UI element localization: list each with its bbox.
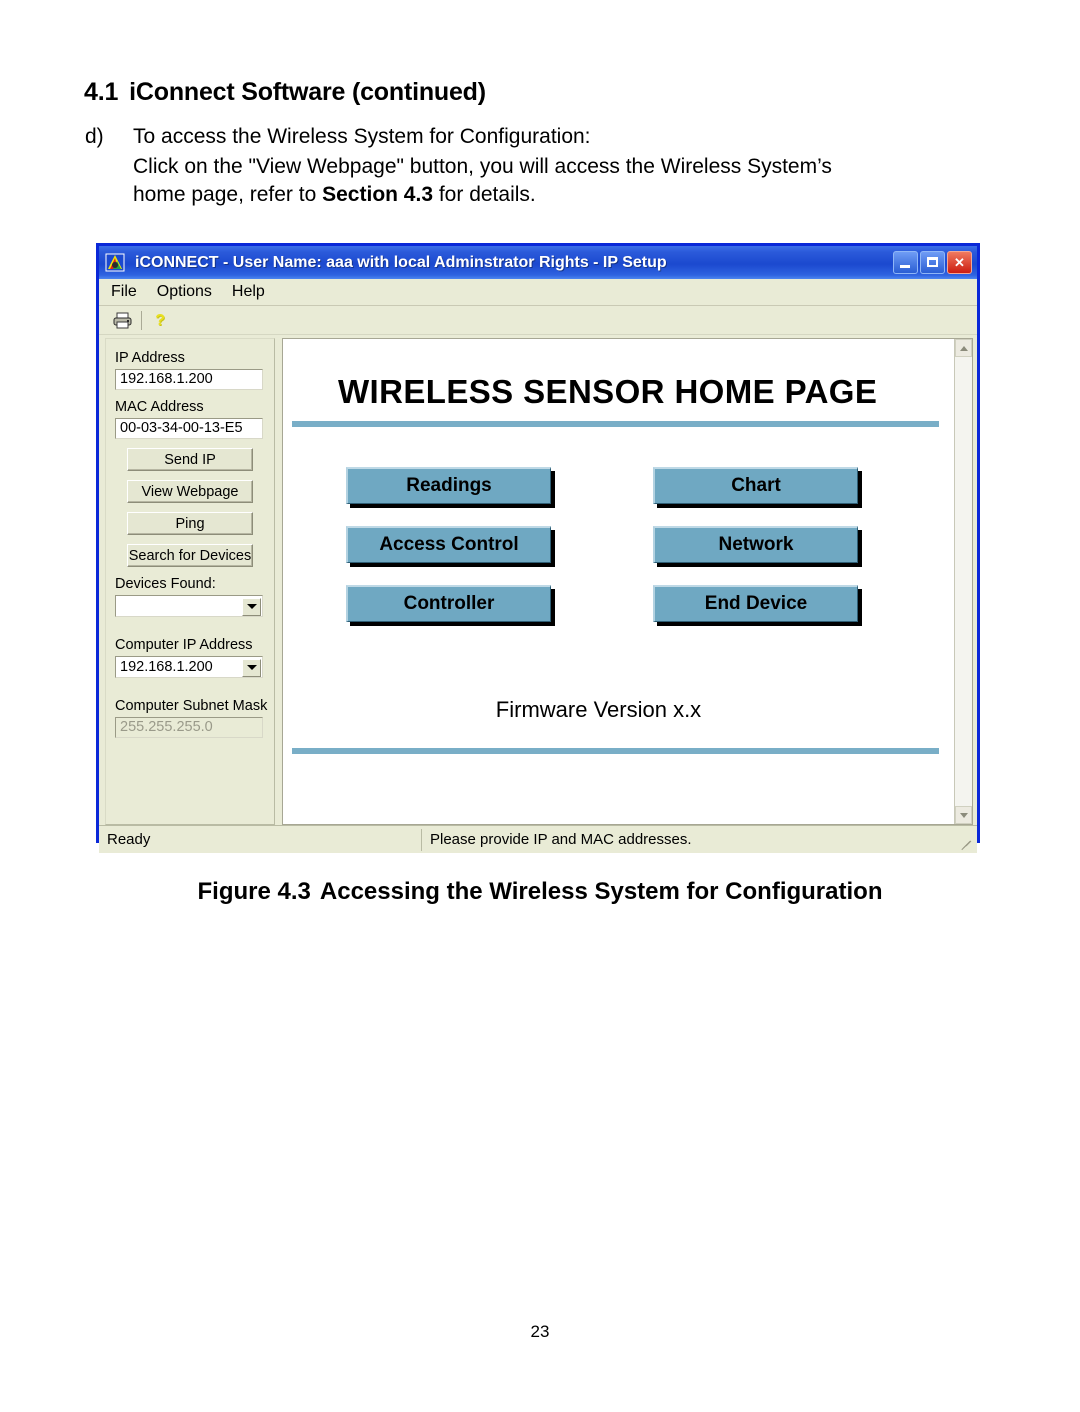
computer-ip-address-value: 192.168.1.200: [120, 659, 213, 675]
ip-setup-sidebar: IP Address 192.168.1.200 MAC Address 00-…: [105, 338, 275, 825]
button-row: Access Control Network: [283, 526, 954, 563]
toolbar: ? ?: [99, 306, 977, 335]
chevron-down-icon: [959, 812, 968, 818]
application-window: iCONNECT - User Name: aaa with local Adm…: [96, 243, 980, 853]
vertical-scrollbar[interactable]: [954, 339, 972, 824]
computer-subnet-mask-label: Computer Subnet Mask: [115, 698, 268, 714]
window-title-bar: iCONNECT - User Name: aaa with local Adm…: [99, 246, 977, 279]
status-message-text: Please provide IP and MAC addresses.: [421, 828, 958, 851]
resize-grip[interactable]: [958, 832, 974, 850]
home-page-button-grid: Readings Chart Access Control Network Co…: [283, 467, 954, 644]
devices-found-label: Devices Found:: [115, 576, 216, 592]
home-page-title: WIRELESS SENSOR HOME PAGE: [338, 373, 878, 410]
instruction-line-3: home page, refer to Section 4.3 for deta…: [133, 183, 536, 207]
close-button[interactable]: ✕: [947, 251, 972, 274]
controller-button[interactable]: Controller: [346, 585, 551, 622]
end-device-button[interactable]: End Device: [653, 585, 858, 622]
chart-button[interactable]: Chart: [653, 467, 858, 504]
send-ip-button[interactable]: Send IP: [127, 448, 253, 471]
page-title-number: 4.1: [84, 78, 119, 106]
mac-address-label: MAC Address: [115, 399, 204, 415]
print-icon: [113, 312, 131, 328]
ping-button[interactable]: Ping: [127, 512, 253, 535]
window-title-text: iCONNECT - User Name: aaa with local Adm…: [135, 253, 667, 271]
ip-address-label: IP Address: [115, 350, 185, 366]
firmware-version-label: Firmware Version x.x: [495, 697, 702, 722]
mac-address-input[interactable]: 00-03-34-00-13-E5: [115, 418, 263, 439]
chevron-down-icon[interactable]: [242, 597, 261, 616]
help-button[interactable]: ? ?: [148, 308, 174, 332]
computer-ip-address-label: Computer IP Address: [115, 637, 253, 653]
menu-item-file[interactable]: File: [108, 282, 140, 302]
svg-text:?: ?: [155, 312, 165, 329]
divider-bottom: [292, 748, 939, 754]
devices-found-dropdown[interactable]: [115, 595, 263, 617]
maximize-button[interactable]: [920, 251, 945, 274]
webpage-preview-pane: WIRELESS SENSOR HOME PAGE Readings Chart…: [282, 338, 973, 825]
menu-item-help[interactable]: Help: [229, 282, 268, 302]
computer-ip-address-dropdown[interactable]: 192.168.1.200: [115, 656, 263, 678]
menu-item-options[interactable]: Options: [154, 282, 215, 302]
view-webpage-button[interactable]: View Webpage: [127, 480, 253, 503]
instruction-line-3-pre: home page, refer to: [133, 183, 323, 206]
ip-address-input[interactable]: 192.168.1.200: [115, 369, 263, 390]
instruction-line-2: Click on the "View Webpage" button, you …: [133, 155, 832, 178]
button-row: Controller End Device: [283, 585, 954, 622]
close-icon: ✕: [954, 255, 965, 270]
scroll-down-button[interactable]: [955, 806, 972, 824]
network-button[interactable]: Network: [653, 526, 858, 563]
instruction-line-3-post: for details.: [433, 183, 536, 206]
page-title-text: iConnect Software (continued): [129, 78, 486, 106]
section-reference: Section 4.3: [322, 183, 434, 206]
figure-caption: Figure 4.3 Accessing the Wireless System …: [0, 878, 1080, 906]
application-icon: [105, 252, 126, 273]
access-control-button[interactable]: Access Control: [346, 526, 551, 563]
toolbar-separator: [141, 310, 142, 330]
page-title: 4.1 iConnect Software (continued): [84, 78, 486, 107]
chevron-down-icon[interactable]: [242, 658, 261, 677]
page-number: 23: [530, 1322, 550, 1341]
window-controls: ✕: [893, 251, 972, 274]
figure-caption-text: Accessing the Wireless System for Config…: [319, 878, 883, 905]
menu-bar: File Options Help: [99, 279, 977, 306]
divider-top: [292, 421, 939, 427]
window-body: IP Address 192.168.1.200 MAC Address 00-…: [99, 335, 977, 825]
figure-caption-label: Figure 4.3: [197, 878, 311, 905]
button-row: Readings Chart: [283, 467, 954, 504]
scroll-up-button[interactable]: [955, 339, 972, 357]
search-for-devices-button[interactable]: Search for Devices: [127, 544, 253, 567]
status-bar: Ready Please provide IP and MAC addresse…: [99, 825, 977, 853]
chevron-up-icon: [959, 345, 968, 351]
minimize-button[interactable]: [893, 251, 918, 274]
help-icon: ? ?: [155, 312, 166, 329]
wireless-sensor-home-page: WIRELESS SENSOR HOME PAGE Readings Chart…: [283, 339, 954, 824]
print-button[interactable]: [109, 308, 135, 332]
instruction-line-1: To access the Wireless System for Config…: [133, 125, 591, 148]
computer-subnet-mask-input: 255.255.255.0: [115, 717, 263, 738]
list-item-letter: d): [85, 125, 104, 148]
status-ready-text: Ready: [107, 831, 151, 848]
readings-button[interactable]: Readings: [346, 467, 551, 504]
